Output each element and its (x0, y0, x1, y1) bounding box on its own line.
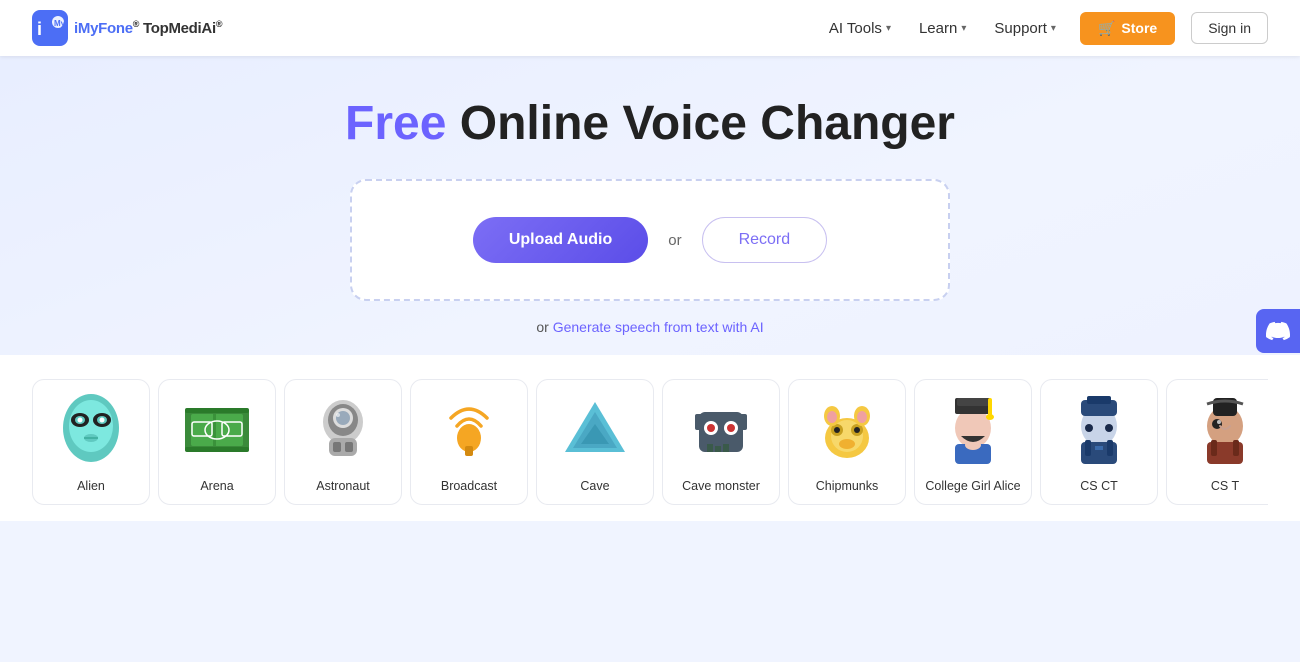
effect-icon-astronaut (303, 390, 383, 470)
effect-card-cave[interactable]: Cave (536, 379, 654, 505)
effect-icon-alien (51, 390, 131, 470)
or-separator: or (668, 232, 681, 249)
effect-card-astronaut[interactable]: Astronaut (284, 379, 402, 505)
nav-learn[interactable]: Learn ▾ (919, 20, 966, 37)
discord-icon (1266, 319, 1290, 343)
effect-label-arena: Arena (200, 478, 233, 494)
effect-icon-broadcast (429, 390, 509, 470)
effect-card-arena[interactable]: Arena (158, 379, 276, 505)
effect-label-cs-ct: CS CT (1080, 478, 1118, 494)
effect-icon-cave (555, 390, 635, 470)
effect-card-cs-t[interactable]: CS T (1166, 379, 1268, 505)
effect-icon-college-girl (933, 390, 1013, 470)
chevron-down-icon: ▾ (886, 23, 891, 34)
effect-card-cs-ct[interactable]: CS CT (1040, 379, 1158, 505)
effect-icon-cave-monster (681, 390, 761, 470)
brand-name: iMyFone® TopMediAi® (74, 19, 222, 37)
effect-label-cs-t: CS T (1211, 478, 1239, 494)
effect-icon-arena (177, 390, 257, 470)
generate-ai-link[interactable]: Generate speech from text with AI (553, 319, 764, 335)
effect-label-cave: Cave (580, 478, 609, 494)
effect-card-college-girl[interactable]: College Girl Alice (914, 379, 1032, 505)
effect-label-cave-monster: Cave monster (682, 478, 760, 494)
effect-label-alien: Alien (77, 478, 105, 494)
effect-icon-cs-t (1185, 390, 1265, 470)
effect-label-college-girl: College Girl Alice (925, 478, 1020, 494)
upload-row: Upload Audio or Record (473, 217, 827, 263)
record-button[interactable]: Record (702, 217, 828, 263)
effect-card-cave-monster[interactable]: Cave monster (662, 379, 780, 505)
effect-label-chipmunks: Chipmunks (816, 478, 879, 494)
svg-text:i: i (37, 19, 42, 39)
effect-card-broadcast[interactable]: Broadcast (410, 379, 528, 505)
store-button[interactable]: 🛒 Store (1080, 12, 1175, 45)
discord-button[interactable] (1256, 309, 1300, 353)
upload-box: Upload Audio or Record (350, 179, 950, 301)
effects-section: Alien Arena Astronaut Broadcast Cave Cave mon… (0, 355, 1300, 521)
effects-grid: Alien Arena Astronaut Broadcast Cave Cave mon… (32, 379, 1268, 505)
upload-audio-button[interactable]: Upload Audio (473, 217, 648, 263)
effect-card-chipmunks[interactable]: Chipmunks (788, 379, 906, 505)
effect-icon-chipmunks (807, 390, 887, 470)
hero-title: Free Online Voice Changer (345, 96, 955, 151)
brand-icon: i My (32, 10, 68, 46)
chevron-down-icon: ▾ (1051, 23, 1056, 34)
chevron-down-icon: ▾ (961, 23, 966, 34)
effect-label-broadcast: Broadcast (441, 478, 497, 494)
effect-card-alien[interactable]: Alien (32, 379, 150, 505)
nav-ai-tools[interactable]: AI Tools ▾ (829, 20, 891, 37)
nav-links: AI Tools ▾ Learn ▾ Support ▾ (829, 20, 1056, 37)
hero-section: Free Online Voice Changer Upload Audio o… (0, 56, 1300, 355)
cart-icon: 🛒 (1098, 20, 1115, 37)
navbar: i My iMyFone® TopMediAi® AI Tools ▾ Lear… (0, 0, 1300, 56)
brand-logo[interactable]: i My iMyFone® TopMediAi® (32, 10, 222, 46)
signin-button[interactable]: Sign in (1191, 12, 1268, 44)
effect-label-astronaut: Astronaut (316, 478, 370, 494)
effect-icon-cs-ct (1059, 390, 1139, 470)
svg-text:My: My (54, 19, 66, 28)
nav-support[interactable]: Support ▾ (994, 20, 1056, 37)
generate-link-row: or Generate speech from text with AI (536, 319, 763, 335)
